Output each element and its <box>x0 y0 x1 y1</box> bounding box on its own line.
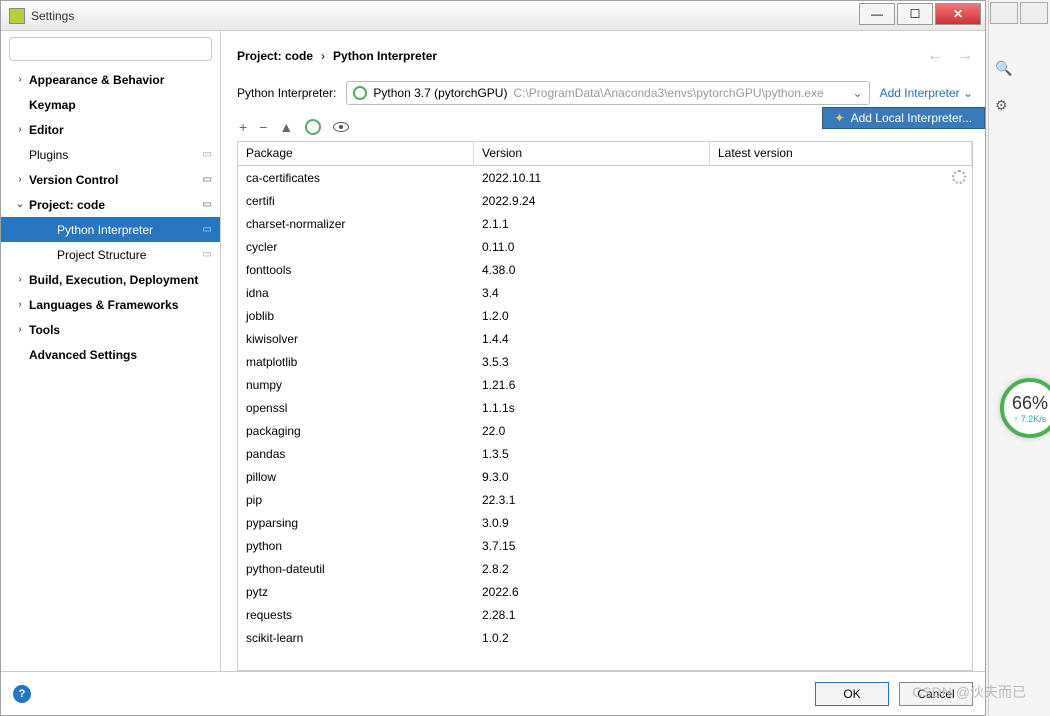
crumb-page: Python Interpreter <box>333 49 437 63</box>
table-row[interactable]: pandas1.3.5 <box>238 442 972 465</box>
sidebar-item-plugins[interactable]: Plugins▭ <box>1 142 220 167</box>
table-row[interactable]: fonttools4.38.0 <box>238 258 972 281</box>
table-row[interactable]: matplotlib3.5.3 <box>238 350 972 373</box>
table-body[interactable]: ca-certificates2022.10.11certifi2022.9.2… <box>238 166 972 670</box>
sidebar-item-version-control[interactable]: ›Version Control▭ <box>1 167 220 192</box>
table-row[interactable]: requests2.28.1 <box>238 603 972 626</box>
interpreter-dropdown[interactable]: Python 3.7 (pytorchGPU) C:\ProgramData\A… <box>346 81 869 105</box>
forward-button[interactable]: → <box>957 47 973 65</box>
minimize-button[interactable]: — <box>859 3 895 25</box>
table-row[interactable]: python3.7.15 <box>238 534 972 557</box>
table-row[interactable]: pillow9.3.0 <box>238 465 972 488</box>
dialog-footer: ? OK Cancel <box>1 671 985 715</box>
settings-window: Settings — ☐ ✕ ›Appearance & BehaviorKey… <box>0 0 986 716</box>
settings-search-input[interactable] <box>9 37 212 61</box>
star-icon: ✦ <box>835 111 845 125</box>
loading-spinner-icon <box>952 170 966 184</box>
sidebar-item-project-code[interactable]: ⌄Project: code▭ <box>1 192 220 217</box>
table-row[interactable]: idna3.4 <box>238 281 972 304</box>
table-row[interactable]: certifi2022.9.24 <box>238 189 972 212</box>
table-row[interactable]: charset-normalizer2.1.1 <box>238 212 972 235</box>
add-package-button[interactable]: + <box>239 119 247 135</box>
table-row[interactable]: pip22.3.1 <box>238 488 972 511</box>
table-row[interactable]: pytz2022.6 <box>238 580 972 603</box>
sidebar-item-keymap[interactable]: Keymap <box>1 92 220 117</box>
show-early-releases-icon[interactable] <box>333 122 349 132</box>
search-icon[interactable]: 🔍 <box>995 60 1012 77</box>
gauge-speed: ↑ 7.2K/s <box>1014 414 1047 424</box>
sidebar-item-project-structure[interactable]: Project Structure▭ <box>1 242 220 267</box>
sidebar-item-appearance-behavior[interactable]: ›Appearance & Behavior <box>1 67 220 92</box>
sidebar-item-build-execution-deployment[interactable]: ›Build, Execution, Deployment <box>1 267 220 292</box>
interpreter-path: C:\ProgramData\Anaconda3\envs\pytorchGPU… <box>513 86 846 100</box>
table-row[interactable]: numpy1.21.6 <box>238 373 972 396</box>
col-package[interactable]: Package <box>238 142 474 165</box>
sidebar-item-tools[interactable]: ›Tools <box>1 317 220 342</box>
table-row[interactable]: joblib1.2.0 <box>238 304 972 327</box>
sidebar-item-advanced-settings[interactable]: Advanced Settings <box>1 342 220 367</box>
titlebar: Settings — ☐ ✕ <box>1 1 985 31</box>
col-latest[interactable]: Latest version <box>710 142 972 165</box>
table-row[interactable]: ca-certificates2022.10.11 <box>238 166 972 189</box>
back-button[interactable]: ← <box>927 47 943 65</box>
breadcrumb: Project: code › Python Interpreter ← → <box>237 41 973 71</box>
background-ide-strip: 🔍 ⚙ <box>988 0 1050 716</box>
sidebar-item-editor[interactable]: ›Editor <box>1 117 220 142</box>
bg-max <box>1020 2 1048 24</box>
cancel-button[interactable]: Cancel <box>899 682 973 706</box>
interpreter-name: Python 3.7 (pytorchGPU) <box>373 86 507 100</box>
table-row[interactable]: python-dateutil2.8.2 <box>238 557 972 580</box>
packages-table: Package Version Latest version ca-certif… <box>237 141 973 671</box>
add-interpreter-popup[interactable]: ✦Add Local Interpreter... <box>822 107 985 129</box>
table-row[interactable]: openssl1.1.1s <box>238 396 972 419</box>
upgrade-package-button[interactable]: ▲ <box>279 119 293 135</box>
gear-icon[interactable]: ⚙ <box>995 97 1008 114</box>
settings-tree[interactable]: ›Appearance & BehaviorKeymap›EditorPlugi… <box>1 67 220 671</box>
table-row[interactable]: cycler0.11.0 <box>238 235 972 258</box>
col-version[interactable]: Version <box>474 142 710 165</box>
ok-button[interactable]: OK <box>815 682 889 706</box>
crumb-project: Project: code <box>237 49 313 63</box>
table-row[interactable]: scikit-learn1.0.2 <box>238 626 972 649</box>
interpreter-label: Python Interpreter: <box>237 86 336 100</box>
crumb-sep: › <box>321 49 325 63</box>
add-interpreter-link[interactable]: Add Interpreter ⌄ <box>880 86 973 100</box>
table-row[interactable]: kiwisolver1.4.4 <box>238 327 972 350</box>
sidebar-item-python-interpreter[interactable]: Python Interpreter▭ <box>1 217 220 242</box>
table-row[interactable]: packaging22.0 <box>238 419 972 442</box>
gauge-percent: 66% <box>1012 393 1048 414</box>
help-button[interactable]: ? <box>13 685 31 703</box>
python-icon <box>353 86 367 100</box>
close-button[interactable]: ✕ <box>935 3 981 25</box>
chevron-down-icon: ⌄ <box>853 86 863 100</box>
conda-icon[interactable] <box>305 119 321 135</box>
bg-min <box>990 2 1018 24</box>
sidebar-item-languages-frameworks[interactable]: ›Languages & Frameworks <box>1 292 220 317</box>
table-header: Package Version Latest version <box>238 142 972 166</box>
table-row[interactable]: pyparsing3.0.9 <box>238 511 972 534</box>
app-icon <box>9 8 25 24</box>
maximize-button[interactable]: ☐ <box>897 3 933 25</box>
settings-sidebar: ›Appearance & BehaviorKeymap›EditorPlugi… <box>1 31 221 671</box>
remove-package-button[interactable]: − <box>259 119 267 135</box>
window-title: Settings <box>31 9 859 23</box>
